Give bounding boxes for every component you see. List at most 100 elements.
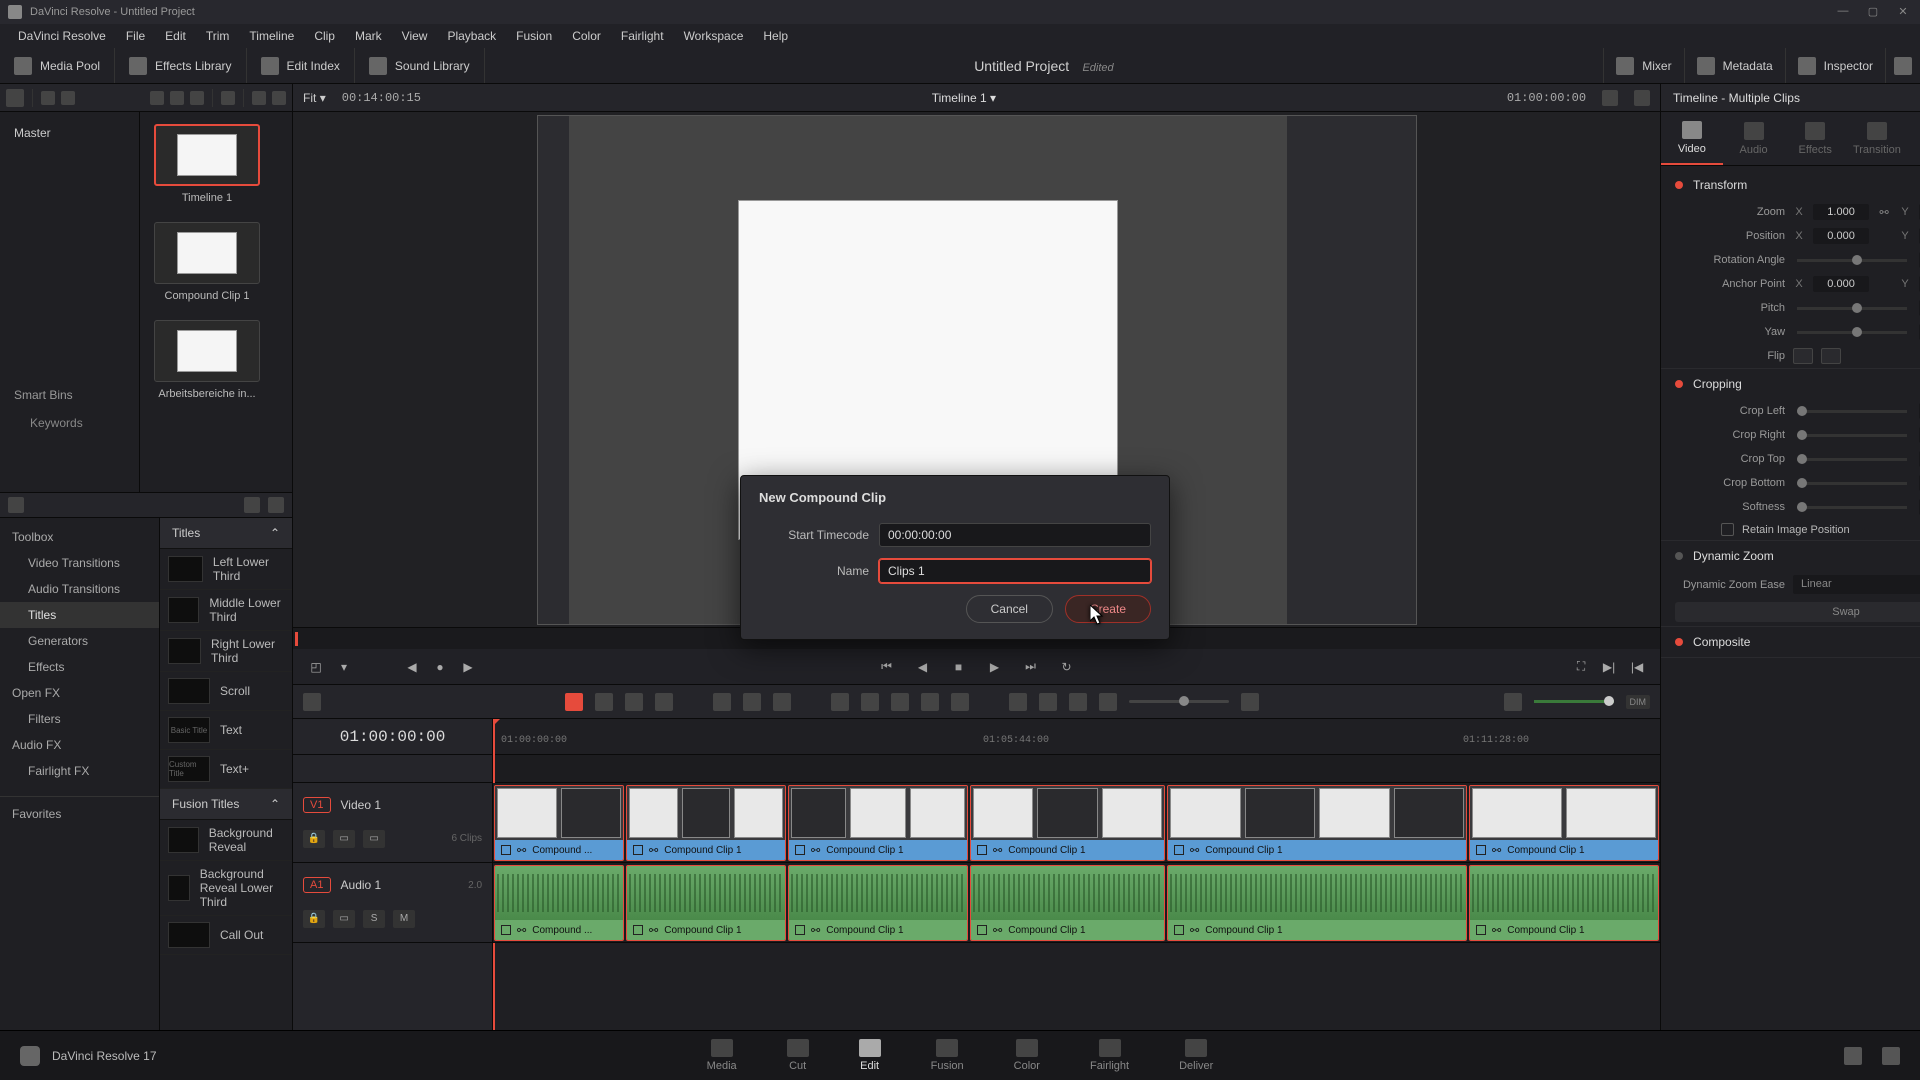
smart-bins-header[interactable]: Smart Bins <box>10 384 129 406</box>
speaker-icon[interactable] <box>1504 693 1522 711</box>
home-icon[interactable] <box>1844 1047 1862 1065</box>
zoom-out-icon[interactable] <box>1099 693 1117 711</box>
selection-tool-icon[interactable] <box>565 693 583 711</box>
media-thumb[interactable]: Timeline 1 <box>152 124 262 204</box>
crop-right-slider[interactable] <box>1797 434 1907 437</box>
audio-track[interactable]: ⚯Compound ... ⚯Compound Clip 1 ⚯Compound… <box>493 863 1660 943</box>
blade-tool-icon[interactable] <box>655 693 673 711</box>
fx-cat-effects[interactable]: Effects <box>0 654 159 680</box>
fx-item[interactable]: Custom TitleText+ <box>160 750 292 789</box>
fx-cat-generators[interactable]: Generators <box>0 628 159 654</box>
flip-h-button[interactable] <box>1793 348 1813 364</box>
menu-view[interactable]: View <box>392 29 438 43</box>
fx-item[interactable]: Scroll <box>160 672 292 711</box>
menu-edit[interactable]: Edit <box>155 29 196 43</box>
page-media[interactable]: Media <box>707 1039 737 1072</box>
media-pool-toggle[interactable]: Media Pool <box>0 48 115 83</box>
page-fusion[interactable]: Fusion <box>931 1039 964 1072</box>
expand-icon[interactable]: ⛶ <box>1572 658 1590 676</box>
viewer-title[interactable]: Timeline 1 <box>932 91 987 105</box>
zoom-in-icon[interactable] <box>1241 693 1259 711</box>
zoom-slider[interactable] <box>1129 700 1229 703</box>
fx-dropdown-icon[interactable] <box>8 497 24 513</box>
crop-bottom-slider[interactable] <box>1797 482 1907 485</box>
effects-library-toggle[interactable]: Effects Library <box>115 48 246 83</box>
page-cut[interactable]: Cut <box>787 1039 809 1072</box>
insert-clip-icon[interactable] <box>713 693 731 711</box>
fx-section-titles[interactable]: Titles⌃ <box>160 518 292 549</box>
fx-cat-openfx[interactable]: Open FX <box>0 680 159 706</box>
track-auto-select-icon[interactable]: ▭ <box>333 910 355 928</box>
edit-index-toggle[interactable]: Edit Index <box>247 48 355 83</box>
solo-button[interactable]: S <box>363 910 385 928</box>
list-view-icon[interactable] <box>150 91 164 105</box>
track-badge[interactable]: A1 <box>303 877 330 893</box>
metadata-toggle[interactable]: Metadata <box>1684 48 1785 83</box>
anchor-x-value[interactable]: 0.000 <box>1813 276 1869 292</box>
overwrite-clip-icon[interactable] <box>743 693 761 711</box>
dynamic-zoom-header[interactable]: Dynamic Zoom <box>1661 541 1920 571</box>
fx-options-icon[interactable] <box>268 497 284 513</box>
audio-clip[interactable]: ⚯Compound Clip 1 <box>1469 865 1659 941</box>
track-lock-icon[interactable]: 🔒 <box>303 830 325 848</box>
crop-top-slider[interactable] <box>1797 458 1907 461</box>
menu-playback[interactable]: Playback <box>437 29 506 43</box>
retain-checkbox[interactable] <box>1721 523 1734 536</box>
transform-header[interactable]: Transform <box>1661 170 1920 200</box>
fx-cat-fairlightfx[interactable]: Fairlight FX <box>0 758 159 784</box>
crop-left-slider[interactable] <box>1797 410 1907 413</box>
enable-dot-icon[interactable] <box>1675 380 1683 388</box>
audio-clip[interactable]: ⚯Compound Clip 1 <box>1167 865 1467 941</box>
stop-button[interactable]: ■ <box>950 658 968 676</box>
flip-v-button[interactable] <box>1821 348 1841 364</box>
menu-mark[interactable]: Mark <box>345 29 392 43</box>
media-thumb[interactable]: Compound Clip 1 <box>152 222 262 302</box>
project-settings-icon[interactable] <box>1882 1047 1900 1065</box>
page-deliver[interactable]: Deliver <box>1179 1039 1213 1072</box>
master-bin[interactable]: Master <box>10 122 129 144</box>
menu-app[interactable]: DaVinci Resolve <box>8 29 116 43</box>
menu-clip[interactable]: Clip <box>304 29 345 43</box>
link-icon[interactable] <box>861 693 879 711</box>
prev-frame-button[interactable]: ◀ <box>914 658 932 676</box>
pitch-slider[interactable] <box>1797 307 1907 310</box>
trim-tool-icon[interactable] <box>595 693 613 711</box>
dynamic-trim-icon[interactable] <box>625 693 643 711</box>
thumb-view-icon[interactable] <box>170 91 184 105</box>
menu-workspace[interactable]: Workspace <box>674 29 754 43</box>
strip-view-icon[interactable] <box>190 91 204 105</box>
track-lock-icon[interactable]: 🔒 <box>303 910 325 928</box>
video-clip[interactable]: ⚯Compound Clip 1 <box>626 785 786 861</box>
inspector-toggle[interactable]: Inspector <box>1785 48 1885 83</box>
sort-icon[interactable] <box>252 91 266 105</box>
mixer-toggle[interactable]: Mixer <box>1603 48 1683 83</box>
close-button[interactable]: ✕ <box>1894 5 1912 19</box>
play-button[interactable]: ▶ <box>986 658 1004 676</box>
tab-video[interactable]: Video <box>1661 112 1723 165</box>
fx-favorites[interactable]: Favorites <box>0 796 159 827</box>
tab-image[interactable]: Image <box>1908 112 1920 165</box>
last-frame-button[interactable]: ⏭ <box>1022 658 1040 676</box>
create-button[interactable]: Create <box>1065 595 1151 623</box>
swap-button[interactable]: Swap <box>1675 602 1920 622</box>
tab-audio[interactable]: Audio <box>1723 112 1785 165</box>
audio-track-header[interactable]: A1Audio 12.0 🔒▭SM <box>293 863 492 943</box>
menu-fairlight[interactable]: Fairlight <box>611 29 674 43</box>
audio-clip[interactable]: ⚯Compound Clip 1 <box>970 865 1165 941</box>
zoom-fit-dropdown[interactable]: Fit ▾ <box>303 91 326 105</box>
fx-item[interactable]: Background Reveal Lower Third <box>160 861 292 916</box>
tl-zoom-detail-icon[interactable] <box>1069 693 1087 711</box>
nav-fwd-icon[interactable] <box>61 91 75 105</box>
ease-dropdown[interactable]: Linear▾ <box>1793 575 1920 594</box>
video-track-header[interactable]: V1Video 1 🔒▭▭6 Clips <box>293 783 492 863</box>
page-color[interactable]: Color <box>1014 1039 1040 1072</box>
audio-clip[interactable]: ⚯Compound Clip 1 <box>626 865 786 941</box>
minimize-button[interactable]: — <box>1834 5 1852 19</box>
rotation-slider[interactable] <box>1797 259 1907 262</box>
position-x-value[interactable]: 0.000 <box>1813 228 1869 244</box>
sound-library-toggle[interactable]: Sound Library <box>355 48 485 83</box>
enable-dot-icon[interactable] <box>1675 181 1683 189</box>
marker-icon[interactable] <box>951 693 969 711</box>
page-edit[interactable]: Edit <box>859 1039 881 1072</box>
softness-slider[interactable] <box>1797 506 1907 509</box>
